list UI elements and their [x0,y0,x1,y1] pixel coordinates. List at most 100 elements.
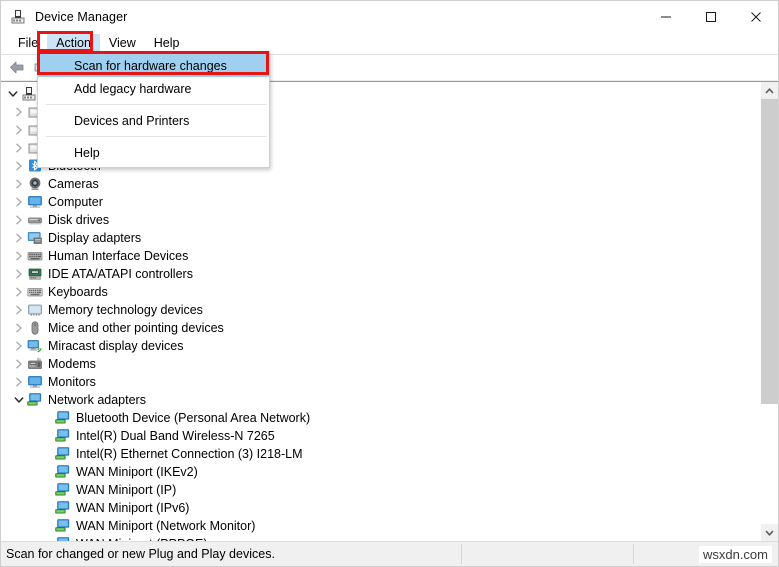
chevron-right-icon[interactable] [11,139,27,157]
tree-row-label: Computer [48,195,103,209]
chevron-right-icon[interactable] [11,229,27,247]
chevron-right-icon[interactable] [11,265,27,283]
vertical-scrollbar[interactable] [760,82,778,541]
menu-help[interactable]: Help [145,34,189,53]
tree-row[interactable]: IDE ATA/ATAPI controllers [1,265,761,283]
action-dropdown-menu[interactable]: Scan for hardware changes Add legacy hard… [37,51,270,168]
monitor-icon [27,194,43,210]
tree-row[interactable]: Network adapters [1,391,761,409]
tree-row[interactable]: WAN Miniport (IP) [1,481,761,499]
chevron-down-icon[interactable] [5,85,21,103]
network-adapter-icon [55,518,71,534]
action-menu-item[interactable]: Devices and Printers [38,109,269,132]
chevron-right-icon[interactable] [11,211,27,229]
twisty-spacer [39,445,55,463]
device-manager-icon [10,9,26,25]
tree-row-label: Miracast display devices [48,339,184,353]
tree-row[interactable]: Intel(R) Ethernet Connection (3) I218-LM [1,445,761,463]
tree-row-label: Disk drives [48,213,110,227]
action-menu-item[interactable]: Add legacy hardware [38,77,269,100]
chevron-right-icon[interactable] [11,247,27,265]
back-arrow-icon[interactable] [5,57,29,79]
hid-icon [27,248,43,264]
ide-controller-icon [27,266,43,282]
tree-row-label: WAN Miniport (Network Monitor) [76,519,256,533]
menu-action[interactable]: Action [47,33,100,53]
chevron-right-icon[interactable] [11,337,27,355]
chevron-right-icon[interactable] [11,193,27,211]
status-separator-1 [461,544,462,564]
menu-file[interactable]: File [9,34,47,53]
tree-row[interactable]: Cameras [1,175,761,193]
twisty-spacer [39,517,55,535]
tree-row-label: Bluetooth Device (Personal Area Network) [76,411,311,425]
tree-row[interactable]: Human Interface Devices [1,247,761,265]
chevron-right-icon[interactable] [11,121,27,139]
memory-icon [27,302,43,318]
status-separator-2 [633,544,634,564]
menu-view[interactable]: View [100,34,145,53]
action-menu-item[interactable]: Scan for hardware changes [38,54,269,77]
chevron-right-icon[interactable] [11,355,27,373]
tree-row[interactable]: WAN Miniport (IPv6) [1,499,761,517]
tree-row-label: Mice and other pointing devices [48,321,224,335]
network-adapter-icon [55,428,71,444]
tree-row-label: Human Interface Devices [48,249,189,263]
tree-row-label: Cameras [48,177,99,191]
modem-icon [27,356,43,372]
tree-row[interactable]: WAN Miniport (IKEv2) [1,463,761,481]
maximize-button[interactable] [688,1,733,32]
close-button[interactable] [733,1,778,32]
tree-row[interactable]: WAN Miniport (Network Monitor) [1,517,761,535]
minimize-button[interactable] [643,1,688,32]
network-adapter-icon [55,410,71,426]
tree-row[interactable]: Monitors [1,373,761,391]
tree-row-label: Intel(R) Dual Band Wireless-N 7265 [76,429,275,443]
scrollbar-thumb[interactable] [761,99,778,404]
tree-row[interactable]: Mice and other pointing devices [1,319,761,337]
tree-row[interactable]: Modems [1,355,761,373]
window-title: Device Manager [35,9,128,24]
keyboard-icon [27,284,43,300]
scroll-up-button[interactable] [761,82,778,99]
chevron-right-icon[interactable] [11,175,27,193]
scrollbar-track[interactable] [761,99,778,524]
scroll-down-button[interactable] [761,524,778,541]
twisty-spacer [39,463,55,481]
tree-row-label: Keyboards [48,285,108,299]
tree-row[interactable]: Memory technology devices [1,301,761,319]
tree-row[interactable]: Miracast display devices [1,337,761,355]
tree-row-label: WAN Miniport (IP) [76,483,177,497]
chevron-right-icon[interactable] [11,103,27,121]
tree-row-label: Modems [48,357,96,371]
tree-row[interactable]: Disk drives [1,211,761,229]
menu-separator [46,136,267,137]
action-menu-item[interactable]: Help [38,141,269,164]
tree-row-label: IDE ATA/ATAPI controllers [48,267,193,281]
network-adapter-icon [27,392,43,408]
chevron-down-icon[interactable] [11,391,27,409]
chevron-right-icon[interactable] [11,319,27,337]
twisty-spacer [39,427,55,445]
menu-separator [46,104,267,105]
chevron-right-icon[interactable] [11,283,27,301]
tree-row[interactable]: Computer [1,193,761,211]
tree-row[interactable]: Intel(R) Dual Band Wireless-N 7265 [1,427,761,445]
chevron-right-icon[interactable] [11,373,27,391]
tree-row-label: WAN Miniport (IPv6) [76,501,190,515]
disk-drive-icon [27,212,43,228]
title-bar: Device Manager [1,1,778,32]
tree-row-label: Memory technology devices [48,303,203,317]
display-adapter-icon [27,230,43,246]
chevron-right-icon[interactable] [11,157,27,175]
twisty-spacer [39,499,55,517]
network-adapter-icon [55,446,71,462]
tree-row-label: Network adapters [48,393,146,407]
tree-row[interactable]: Display adapters [1,229,761,247]
miracast-icon [27,338,43,354]
tree-row[interactable]: Bluetooth Device (Personal Area Network) [1,409,761,427]
monitor-icon [27,374,43,390]
chevron-right-icon[interactable] [11,301,27,319]
tree-row[interactable]: Keyboards [1,283,761,301]
camera-icon [27,176,43,192]
